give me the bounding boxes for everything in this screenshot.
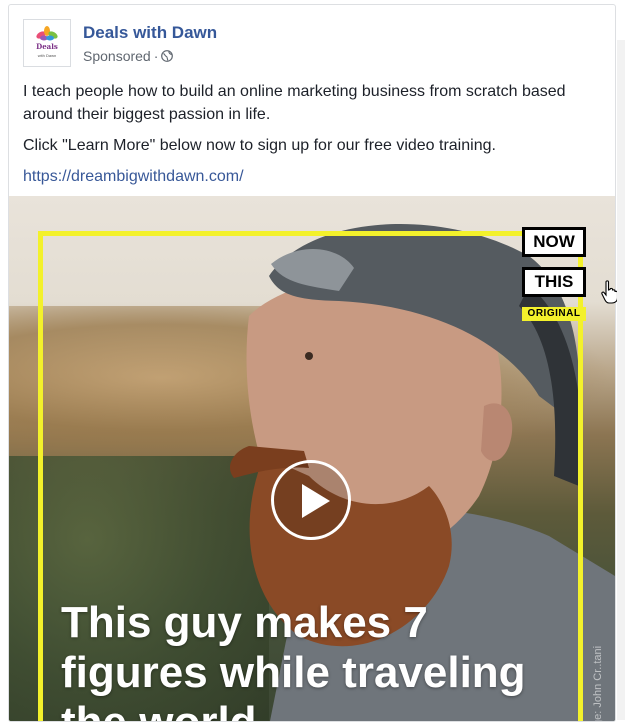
brand-this: THIS (522, 267, 586, 297)
image-credit: ge: John Cr..tani (592, 645, 604, 722)
flower-logo-icon (36, 26, 58, 41)
video-thumbnail[interactable]: NOW THIS ORIGINAL This guy makes 7 figur… (9, 196, 615, 722)
post-body-paragraph-1: I teach people how to build an online ma… (23, 83, 566, 123)
sponsored-post-card: Deals with Dawn Deals with Dawn Sponsore… (8, 4, 616, 722)
play-icon (302, 484, 330, 518)
brand-now: NOW (522, 227, 586, 257)
globe-icon[interactable] (161, 50, 174, 62)
avatar-text-main: Deals (36, 42, 58, 51)
avatar-text-sub: with Dawn (37, 53, 57, 58)
post-body-paragraph-2: Click "Learn More" below now to sign up … (23, 137, 496, 154)
nowthis-logo: NOW THIS ORIGINAL (522, 227, 586, 321)
brand-original: ORIGINAL (522, 307, 586, 321)
post-meta: Sponsored · (83, 48, 174, 64)
sponsored-label[interactable]: Sponsored (83, 48, 151, 64)
page-avatar[interactable]: Deals with Dawn (23, 19, 71, 67)
video-headline: This guy makes 7 figures while traveling… (61, 598, 526, 721)
scrollbar[interactable] (617, 40, 625, 720)
page-name-link[interactable]: Deals with Dawn (83, 23, 217, 43)
post-header: Deals with Dawn Deals with Dawn Sponsore… (23, 19, 593, 69)
play-button[interactable] (271, 460, 351, 540)
post-text: I teach people how to build an online ma… (23, 80, 598, 196)
post-link[interactable]: https://dreambigwithdawn.com/ (23, 168, 244, 185)
meta-separator: · (153, 48, 159, 64)
